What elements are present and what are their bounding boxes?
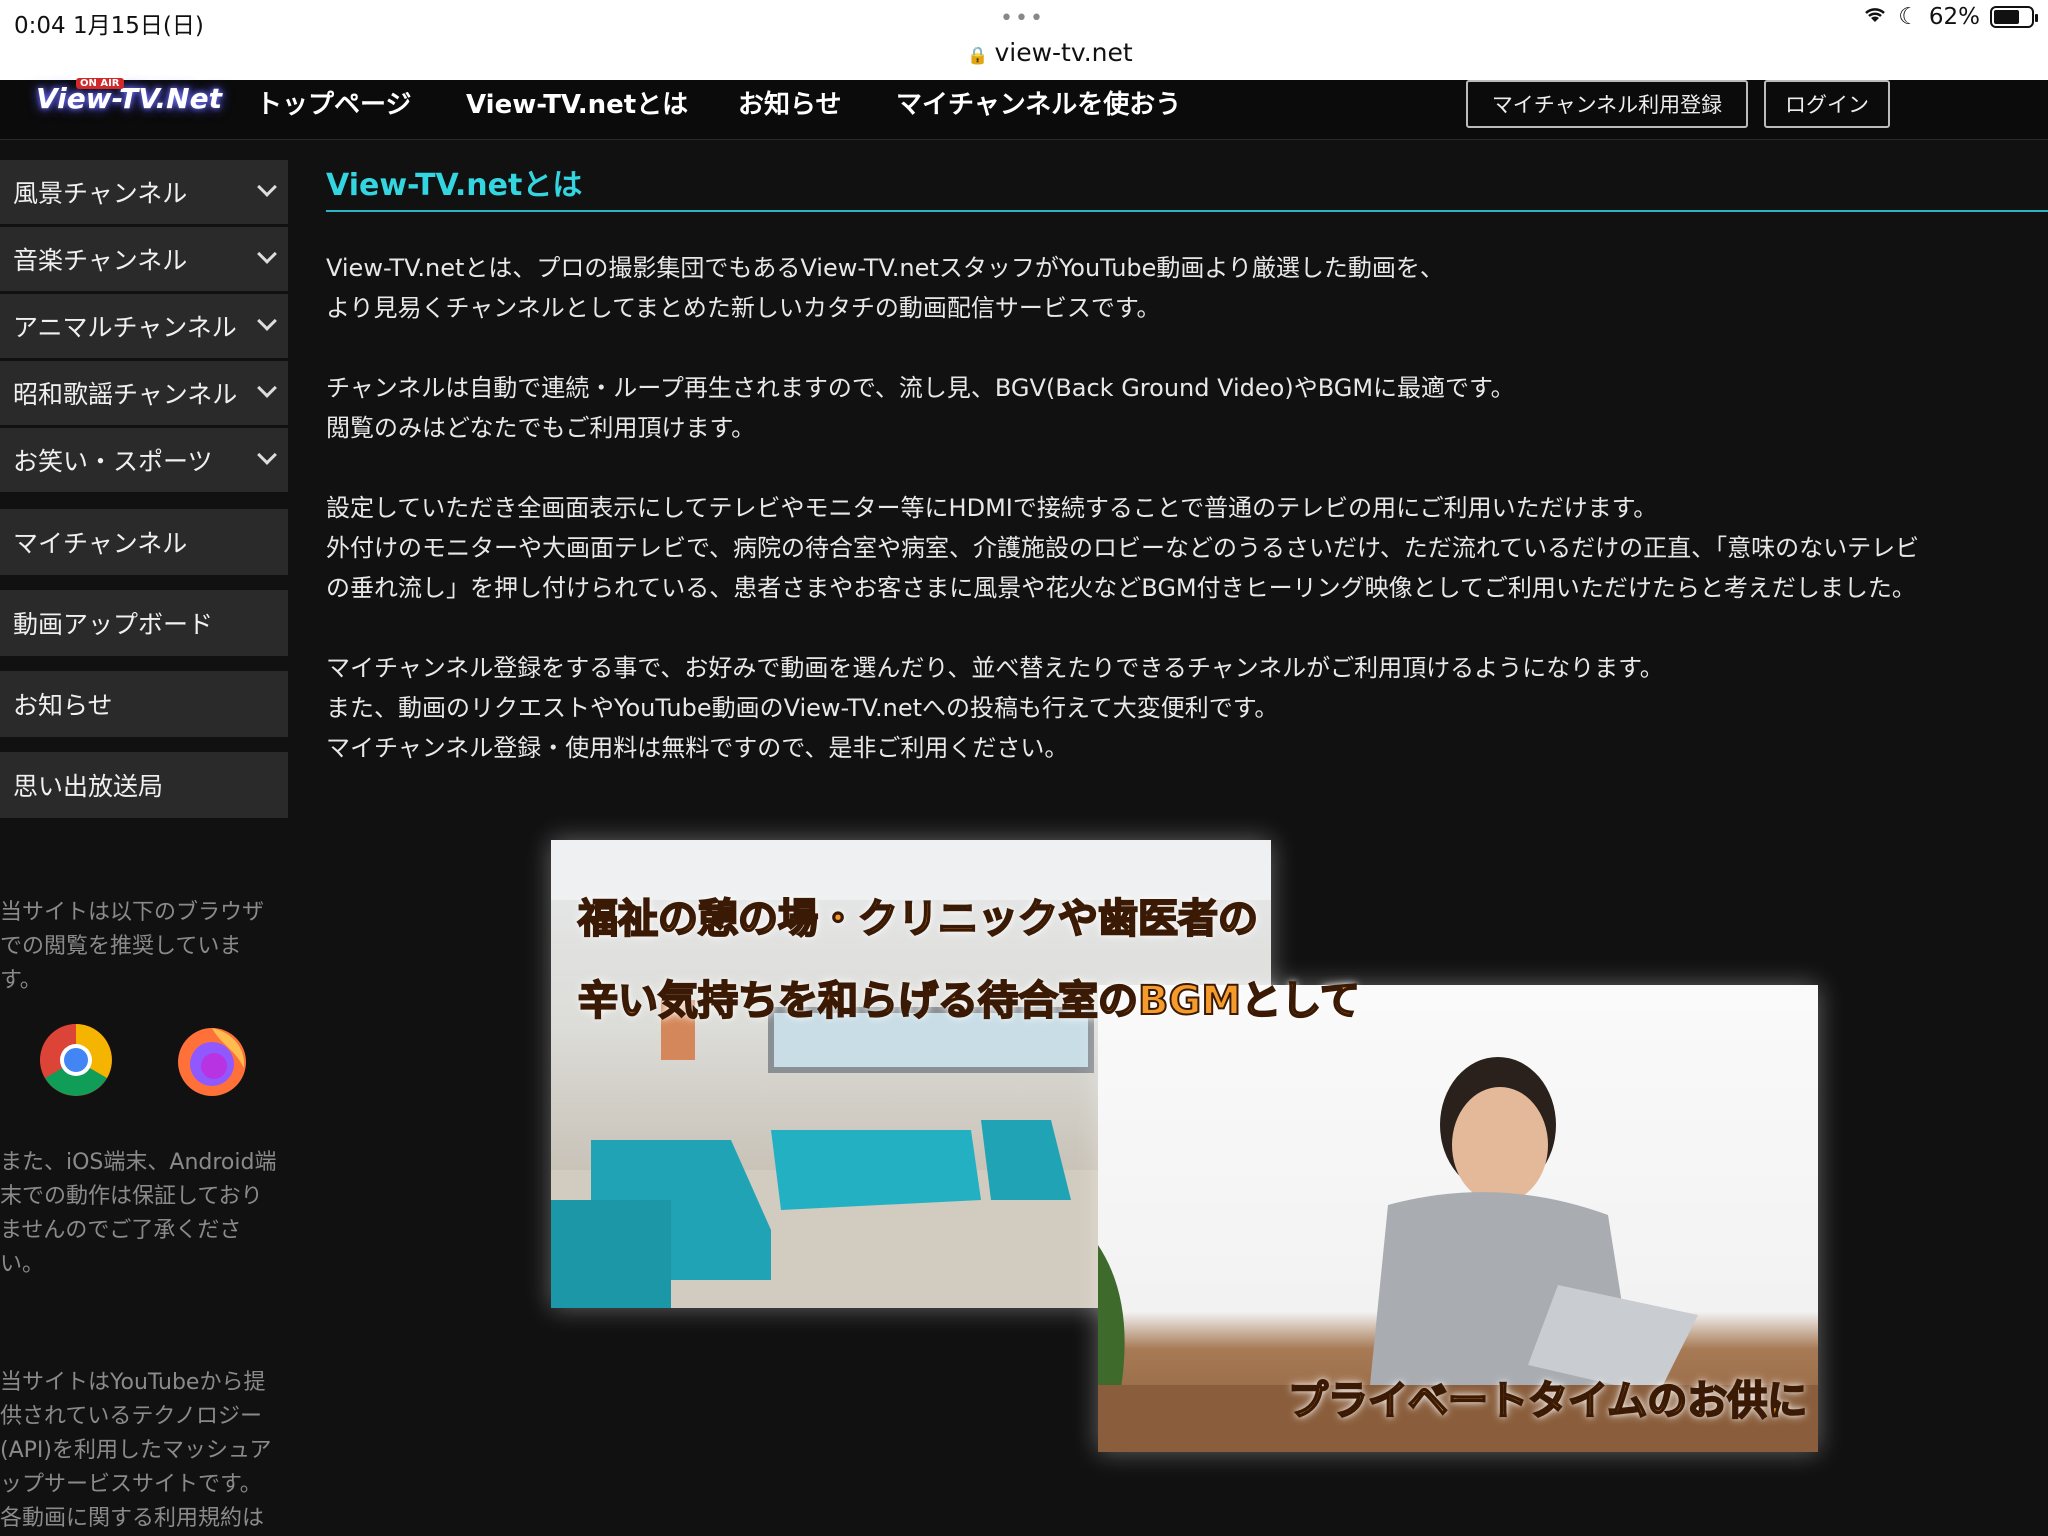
sidebar-category-music[interactable]: 音楽チャンネル xyxy=(0,227,288,291)
battery-percent: 62% xyxy=(1928,4,1980,30)
sidebar-item-memory-station[interactable]: 思い出放送局 xyxy=(0,752,288,818)
chevron-down-icon xyxy=(257,177,277,197)
sidebar-category-label: 音楽チャンネル xyxy=(13,246,188,275)
sidebar-category-label: アニマルチャンネル xyxy=(13,313,237,342)
logo-text: View-TV.Net xyxy=(36,82,222,115)
nav-use-my-channel[interactable]: マイチャンネルを使おう xyxy=(896,84,1181,121)
sidebar-category-scenery[interactable]: 風景チャンネル xyxy=(0,160,288,224)
lock-icon: 🔒 xyxy=(967,46,989,66)
site-logo[interactable]: ON AIR View-TV.Net xyxy=(36,78,222,115)
api-note: 当サイトはYouTubeから提 供されているテクノロジー (API)を利用したマ… xyxy=(0,1370,272,1531)
registration-paragraph: マイチャンネル登録をする事で、お好みで動画を選んだり、並べ替えたりできるチャンネ… xyxy=(326,654,1664,762)
image-caption-clinic: 福祉の憩の場・クリニックや歯医者の xyxy=(577,895,1259,943)
chevron-down-icon xyxy=(257,445,277,465)
top-navigation: ON AIR View-TV.Net トップページ View-TV.netとは … xyxy=(0,78,2048,140)
sidebar-item-upload-board[interactable]: 動画アップボード xyxy=(0,590,288,656)
hdmi-paragraph: 設定していただき全画面表示にしてテレビやモニター等にHDMIで接続することで普通… xyxy=(326,494,1920,602)
status-icons: ☾ 62% xyxy=(1862,4,2038,30)
intro-paragraph: View-TV.netとは、プロの撮影集団でもあるView-TV.netスタッフ… xyxy=(326,254,1444,322)
address-bar[interactable]: 🔒 view-tv.net xyxy=(950,38,1150,67)
status-bar: 0:04 1月15日(日) ••• 🔒 view-tv.net ☾ 62% xyxy=(0,0,2048,80)
main-content: View-TV.netとは View-TV.netとは、プロの撮影集団でもあるV… xyxy=(326,160,2048,808)
sidebar-category-showa[interactable]: 昭和歌謡チャンネル xyxy=(0,361,288,425)
sidebar-category-label: お笑い・スポーツ xyxy=(13,447,213,476)
status-time: 0:04 1月15日(日) xyxy=(14,13,204,39)
nav-news[interactable]: お知らせ xyxy=(738,84,841,121)
page-title: View-TV.netとは xyxy=(326,168,583,203)
chevron-down-icon xyxy=(257,311,277,331)
tab-overview-dots[interactable]: ••• xyxy=(1000,6,1045,31)
logo-badge: ON AIR xyxy=(76,78,124,89)
firefox-icon[interactable] xyxy=(172,1018,252,1102)
nav-top-page[interactable]: トップページ xyxy=(256,84,411,121)
moon-icon: ☾ xyxy=(1898,4,1919,30)
device-note: また、iOS端末、Android端 末での動作は保証しており ませんのでご了承く… xyxy=(0,1150,277,1277)
sidebar-category-label: 風景チャンネル xyxy=(13,179,188,208)
sidebar-category-comedy-sports[interactable]: お笑い・スポーツ xyxy=(0,428,288,492)
sidebar-category-label: 昭和歌謡チャンネル xyxy=(13,380,238,409)
image-caption-private: プライベートタイムのお供に xyxy=(1287,1377,1808,1425)
wifi-icon xyxy=(1862,4,1888,30)
sidebar-category-animal[interactable]: アニマルチャンネル xyxy=(0,294,288,358)
loop-paragraph: チャンネルは自動で連続・ループ再生されますので、流し見、BGV(Back Gro… xyxy=(326,374,1515,442)
chrome-icon[interactable] xyxy=(38,1022,114,1102)
register-button[interactable]: マイチャンネル利用登録 xyxy=(1466,80,1748,128)
sidebar-item-my-channel[interactable]: マイチャンネル xyxy=(0,509,288,575)
browser-icons xyxy=(0,1022,288,1112)
sidebar-item-news[interactable]: お知らせ xyxy=(0,671,288,737)
battery-icon xyxy=(1990,6,2038,28)
title-divider xyxy=(326,210,2048,212)
chevron-down-icon xyxy=(257,378,277,398)
image-caption-bgm: 辛い気持ちを和らげる待合室のBGMとして xyxy=(577,977,1361,1025)
login-button[interactable]: ログイン xyxy=(1764,80,1890,128)
browser-recommendation: 当サイトは以下のブラウザ での閲覧を推奨していま す。 xyxy=(0,900,265,993)
nav-about[interactable]: View-TV.netとは xyxy=(466,84,688,121)
address-text: view-tv.net xyxy=(994,38,1133,67)
sidebar: 風景チャンネル 音楽チャンネル アニマルチャンネル 昭和歌謡チャンネル お笑い・… xyxy=(0,160,288,1536)
chevron-down-icon xyxy=(257,244,277,264)
